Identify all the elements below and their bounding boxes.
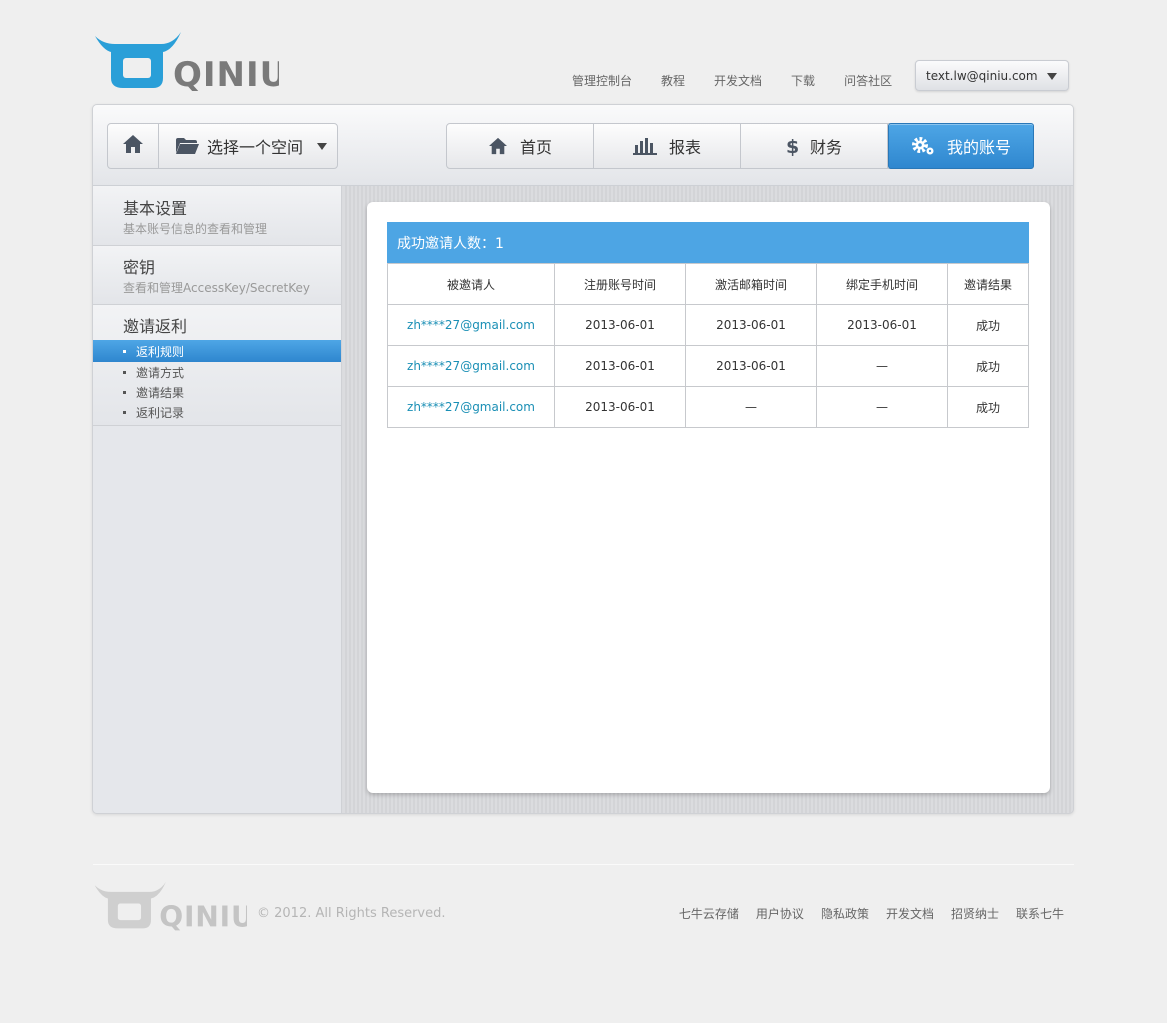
sidebar-item-invite-methods[interactable]: 邀请方式 [93, 362, 341, 382]
invitee-email: zh****27@gmail.com [387, 304, 555, 346]
space-select[interactable]: 选择一个空间 [159, 124, 337, 168]
invite-result: 成功 [947, 386, 1029, 428]
sidebar-section-title: 基本设置 [123, 199, 188, 218]
home-icon [488, 137, 508, 155]
bullet-icon [123, 349, 126, 353]
toolbar: 选择一个空间 首页 报表 $ 财务 我的账号 [93, 105, 1073, 186]
column-header-phone-binding-time: 绑定手机时间 [816, 263, 948, 305]
chevron-down-icon [317, 143, 327, 150]
column-header-invitee: 被邀请人 [387, 263, 555, 305]
bar-chart-icon [632, 137, 657, 155]
sidebar-section-title: 密钥 [123, 258, 156, 277]
footer-link-contact[interactable]: 联系七牛 [1016, 905, 1064, 922]
column-header-email-activation-time: 激活邮箱时间 [685, 263, 817, 305]
chevron-down-icon [1047, 73, 1057, 80]
space-selector-group: 选择一个空间 [107, 123, 338, 169]
tab-my-account[interactable]: 我的账号 [888, 123, 1034, 169]
invite-count-header: 成功邀请人数：1 [387, 222, 1029, 263]
sidebar-section-subtitle: 查看和管理AccessKey/SecretKey [123, 281, 310, 295]
sidebar-item-label: 返利记录 [136, 405, 185, 420]
gears-icon [911, 136, 935, 156]
top-nav-community[interactable]: 问答社区 [844, 72, 892, 89]
footer-nav: 七牛云存储 用户协议 隐私政策 开发文档 招贤纳士 联系七牛 [679, 905, 1064, 922]
register-time: 2013-06-01 [554, 386, 686, 428]
table-row: zh****27@gmail.com 2013-06-01 2013-06-01… [387, 304, 1029, 346]
sidebar-item-label: 邀请结果 [136, 385, 185, 400]
main-panel: 选择一个空间 首页 报表 $ 财务 我的账号 基本设置 基本账号信息的查看和管理… [92, 104, 1074, 814]
sidebar-item-rebate-rules[interactable]: 返利规则 [93, 340, 341, 362]
top-nav-docs[interactable]: 开发文档 [714, 72, 762, 89]
sidebar-item-invite-results[interactable]: 邀请结果 [93, 382, 341, 402]
invitee-email: zh****27@gmail.com [387, 386, 555, 428]
svg-text:QINIU: QINIU [159, 901, 247, 932]
sidebar: 基本设置 基本账号信息的查看和管理 密钥 查看和管理AccessKey/Secr… [93, 186, 342, 813]
account-email: text.lw@qiniu.com [926, 68, 1038, 83]
footer-logo: QINIU [93, 880, 254, 936]
home-icon [122, 134, 144, 158]
footer-link-careers[interactable]: 招贤纳士 [951, 905, 999, 922]
sidebar-section-keys[interactable]: 密钥 查看和管理AccessKey/SecretKey [93, 246, 341, 305]
table-row: zh****27@gmail.com 2013-06-01 — — 成功 [387, 386, 1029, 428]
email-activation-time: 2013-06-01 [685, 304, 817, 346]
footer-link-privacy-policy[interactable]: 隐私政策 [821, 905, 869, 922]
footer-link-qiniu-storage[interactable]: 七牛云存储 [679, 905, 739, 922]
table-header-row: 被邀请人 注册账号时间 激活邮箱时间 绑定手机时间 邀请结果 [387, 263, 1029, 305]
sidebar-item-label: 邀请方式 [136, 365, 185, 380]
invite-table: 被邀请人 注册账号时间 激活邮箱时间 绑定手机时间 邀请结果 zh****27@… [387, 263, 1029, 428]
invitee-email: zh****27@gmail.com [387, 345, 555, 387]
top-nav-download[interactable]: 下载 [791, 72, 815, 89]
sidebar-section-title[interactable]: 邀请返利 [93, 318, 341, 336]
phone-binding-time: 2013-06-01 [816, 304, 948, 346]
copyright: © 2012. All Rights Reserved. [257, 906, 446, 921]
email-activation-time: 2013-06-01 [685, 345, 817, 387]
footer-link-user-agreement[interactable]: 用户协议 [756, 905, 804, 922]
register-time: 2013-06-01 [554, 304, 686, 346]
tab-my-account-label: 我的账号 [946, 138, 1011, 157]
email-activation-time: — [685, 386, 817, 428]
tab-home[interactable]: 首页 [447, 124, 594, 168]
sidebar-section-basic-settings[interactable]: 基本设置 基本账号信息的查看和管理 [93, 186, 341, 246]
main-tabs: 首页 报表 $ 财务 我的账号 [446, 123, 1034, 169]
sidebar-section-subtitle: 基本账号信息的查看和管理 [123, 222, 268, 236]
svg-text:QINIU: QINIU [173, 55, 279, 92]
phone-binding-time: — [816, 345, 948, 387]
space-select-label: 选择一个空间 [207, 138, 304, 157]
top-nav-console[interactable]: 管理控制台 [572, 72, 632, 89]
invite-result: 成功 [947, 304, 1029, 346]
top-nav-tutorial[interactable]: 教程 [661, 72, 685, 89]
column-header-register-time: 注册账号时间 [554, 263, 686, 305]
account-dropdown[interactable]: text.lw@qiniu.com [915, 60, 1069, 91]
register-time: 2013-06-01 [554, 345, 686, 387]
bullet-icon [123, 390, 126, 394]
home-button[interactable] [108, 124, 159, 168]
sidebar-section-invite-rebate: 邀请返利 返利规则 邀请方式 邀请结果 返利记录 [93, 305, 341, 426]
invite-result: 成功 [947, 345, 1029, 387]
column-header-result: 邀请结果 [947, 263, 1029, 305]
tab-finance-label: 财务 [809, 138, 842, 157]
table-row: zh****27@gmail.com 2013-06-01 2013-06-01… [387, 345, 1029, 387]
invite-results-card: 成功邀请人数：1 被邀请人 注册账号时间 激活邮箱时间 绑定手机时间 邀请结果 … [367, 202, 1050, 793]
tab-reports-label: 报表 [668, 138, 701, 157]
bullet-icon [123, 370, 126, 374]
sidebar-item-label: 返利规则 [136, 344, 185, 359]
svg-text:$: $ [786, 136, 798, 156]
tab-home-label: 首页 [519, 138, 552, 157]
footer-divider [93, 864, 1074, 865]
tab-reports[interactable]: 报表 [594, 124, 741, 168]
footer-link-dev-docs[interactable]: 开发文档 [886, 905, 934, 922]
bullet-icon [123, 410, 126, 414]
top-nav: 管理控制台 教程 开发文档 下载 问答社区 [572, 72, 892, 89]
phone-binding-time: — [816, 386, 948, 428]
sidebar-item-rebate-records[interactable]: 返利记录 [93, 402, 341, 422]
dollar-icon: $ [786, 136, 798, 156]
tab-finance[interactable]: $ 财务 [741, 124, 888, 168]
folder-icon [175, 137, 199, 155]
qiniu-logo[interactable]: QINIU [93, 30, 279, 92]
